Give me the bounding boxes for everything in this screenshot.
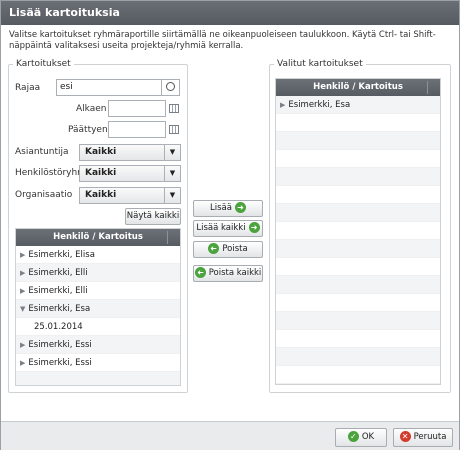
expert-select[interactable]: Kaikki ▼ bbox=[79, 144, 181, 161]
row-label: Esimerkki, Elisa bbox=[28, 250, 95, 260]
table-row-empty bbox=[276, 150, 440, 168]
row-label: Esimerkki, Esa bbox=[288, 100, 351, 110]
staff-group-select-value: Kaikki bbox=[85, 168, 117, 178]
add-all-button[interactable]: Lisää kaikki ➜ bbox=[193, 220, 263, 237]
table-row-empty bbox=[276, 168, 440, 186]
row-label: Esimerkki, Elli bbox=[28, 268, 88, 278]
table-row-empty bbox=[276, 186, 440, 204]
row-label: 25.01.2014 bbox=[34, 322, 83, 332]
start-date-input[interactable] bbox=[108, 100, 166, 117]
search-button[interactable] bbox=[161, 79, 180, 96]
add-button[interactable]: Lisää ➜ bbox=[193, 200, 263, 217]
table-row-child[interactable]: 25.01.2014 bbox=[16, 318, 180, 336]
ok-button[interactable]: ✓ OK bbox=[335, 428, 387, 447]
expand-icon[interactable]: ▶ bbox=[20, 251, 25, 259]
column-separator bbox=[427, 81, 428, 94]
table-row[interactable]: ▶ Esimerkki, Essi bbox=[16, 336, 180, 354]
table-row[interactable]: ▶ Esimerkki, Elli bbox=[16, 264, 180, 282]
row-label: Esimerkki, Elli bbox=[28, 286, 88, 296]
table-row[interactable]: ▶ Esimerkki, Esa bbox=[276, 96, 440, 114]
selected-surveys-table: Henkilö / Kartoitus ▶ Esimerkki, Esa bbox=[275, 78, 441, 385]
table-row-empty bbox=[276, 276, 440, 294]
organization-label: Organisaatio bbox=[15, 190, 73, 200]
surveys-group-legend: Kartoitukset bbox=[16, 59, 71, 69]
collapse-icon[interactable]: ▼ bbox=[20, 305, 25, 313]
column-header-person: Henkilö / Kartoitus bbox=[53, 232, 143, 242]
organization-select-value: Kaikki bbox=[85, 190, 117, 200]
cancel-button[interactable]: ✕ Peruuta bbox=[393, 428, 453, 447]
row-label: Esimerkki, Esa bbox=[28, 304, 91, 314]
staff-group-select[interactable]: Kaikki ▼ bbox=[79, 165, 181, 182]
expand-icon[interactable]: ▶ bbox=[20, 359, 25, 367]
table-row-empty bbox=[276, 366, 440, 384]
dialog-description: Valitse kartoitukset ryhmäraportille sii… bbox=[9, 30, 436, 51]
remove-all-button[interactable]: ➜ Poista kaikki bbox=[193, 265, 263, 282]
chevron-down-icon: ▼ bbox=[164, 166, 180, 181]
table-row[interactable]: ▶ Esimerkki, Elisa bbox=[16, 246, 180, 264]
surveys-table-header: Henkilö / Kartoitus bbox=[16, 229, 180, 246]
table-row-empty bbox=[276, 312, 440, 330]
expert-select-value: Kaikki bbox=[85, 147, 117, 157]
start-date-label: Alkaen bbox=[76, 104, 107, 114]
arrow-right-icon: ➜ bbox=[234, 202, 246, 213]
column-header-person: Henkilö / Kartoitus bbox=[313, 82, 403, 92]
table-row[interactable]: ▶ Esimerkki, Elli bbox=[16, 282, 180, 300]
filter-label: Rajaa bbox=[15, 83, 41, 93]
table-row[interactable]: ▶ Esimerkki, Essi bbox=[16, 354, 180, 372]
add-button-label: Lisää bbox=[210, 203, 232, 213]
remove-button-label: Poista bbox=[222, 244, 248, 254]
row-label: Esimerkki, Essi bbox=[28, 358, 92, 368]
row-label: Esimerkki, Essi bbox=[28, 340, 92, 350]
add-surveys-dialog: Lisää kartoituksia Valitse kartoitukset … bbox=[0, 0, 460, 450]
column-separator bbox=[167, 231, 168, 244]
table-row-empty bbox=[276, 114, 440, 132]
table-row-empty bbox=[276, 330, 440, 348]
cancel-button-label: Peruuta bbox=[413, 432, 447, 442]
remove-button[interactable]: ➜ Poista bbox=[193, 241, 263, 258]
filter-input[interactable]: esi bbox=[56, 79, 162, 96]
dialog-footer: ✓ OK ✕ Peruuta bbox=[1, 421, 459, 450]
selected-surveys-group-legend: Valitut kartoitukset bbox=[277, 59, 363, 69]
chevron-down-icon: ▼ bbox=[164, 145, 180, 160]
chevron-down-icon: ▼ bbox=[164, 188, 180, 203]
dialog-title: Lisää kartoituksia bbox=[1, 1, 459, 25]
search-icon bbox=[166, 82, 175, 91]
expert-label: Asiantuntija bbox=[15, 147, 69, 157]
show-all-button[interactable]: Näytä kaikki bbox=[125, 208, 181, 225]
arrow-left-icon: ➜ bbox=[194, 267, 206, 278]
end-date-input[interactable] bbox=[108, 121, 166, 138]
remove-all-button-label: Poista kaikki bbox=[208, 268, 262, 278]
table-row-empty bbox=[16, 372, 180, 385]
selected-table-header: Henkilö / Kartoitus bbox=[276, 79, 440, 96]
expand-icon[interactable]: ▶ bbox=[280, 101, 285, 109]
table-row-empty bbox=[276, 132, 440, 150]
add-all-button-label: Lisää kaikki bbox=[196, 223, 246, 233]
expand-icon[interactable]: ▶ bbox=[20, 269, 25, 277]
calendar-icon[interactable] bbox=[169, 125, 179, 134]
table-row-empty bbox=[276, 348, 440, 366]
surveys-table: Henkilö / Kartoitus ▶ Esimerkki, Elisa ▶ E… bbox=[15, 228, 181, 386]
table-row-empty bbox=[276, 240, 440, 258]
arrow-right-icon: ➜ bbox=[248, 222, 260, 233]
arrow-left-icon: ➜ bbox=[208, 243, 220, 254]
expand-icon[interactable]: ▶ bbox=[20, 287, 25, 295]
organization-select[interactable]: Kaikki ▼ bbox=[79, 187, 181, 204]
table-row-empty bbox=[276, 222, 440, 240]
table-row-empty bbox=[276, 204, 440, 222]
close-icon: ✕ bbox=[399, 431, 411, 442]
ok-button-label: OK bbox=[361, 432, 375, 442]
end-date-label: Päättyen bbox=[68, 125, 108, 135]
check-icon: ✓ bbox=[347, 431, 359, 442]
table-row[interactable]: ▼ Esimerkki, Esa bbox=[16, 300, 180, 318]
expand-icon[interactable]: ▶ bbox=[20, 341, 25, 349]
table-row-empty bbox=[276, 294, 440, 312]
calendar-icon[interactable] bbox=[169, 104, 179, 113]
table-row-empty bbox=[276, 258, 440, 276]
